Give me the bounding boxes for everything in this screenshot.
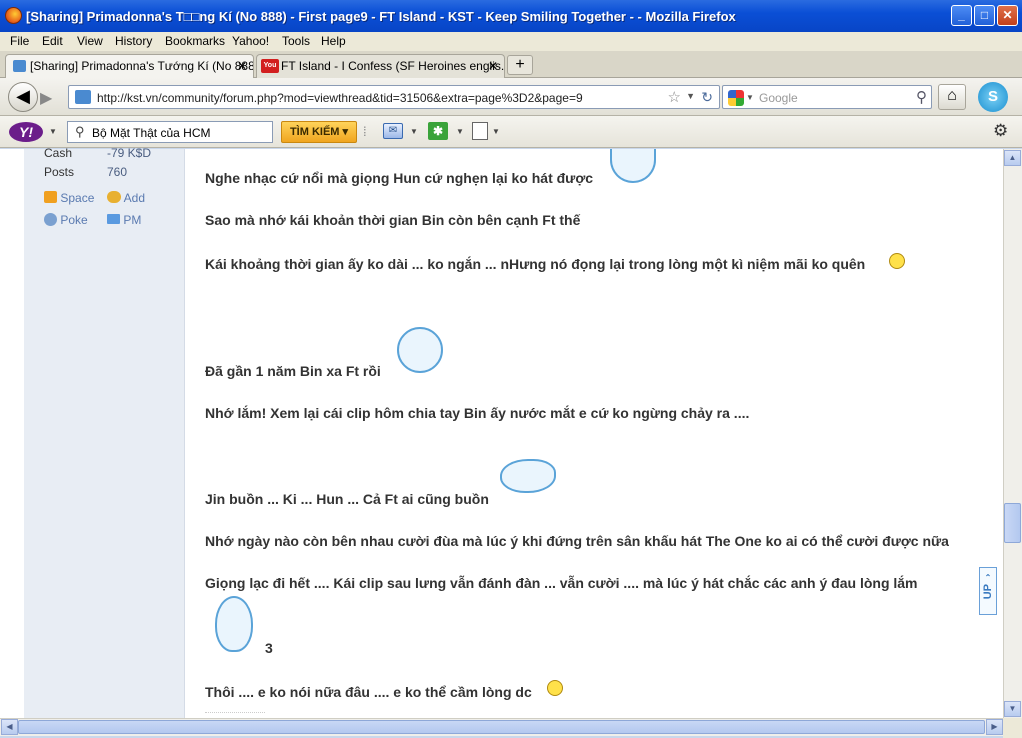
post-line-1: Nghe nhạc cứ nổi mà giọng Hun cứ nghẹn l… (205, 170, 594, 186)
clipboard-icon[interactable] (472, 122, 488, 140)
menu-view[interactable]: View (77, 34, 103, 48)
post-line-2: Sao mà nhớ kái khoản thời gian Bin còn b… (205, 212, 581, 228)
smiling-emoticon (215, 596, 253, 652)
home-icon (44, 191, 57, 203)
menu-edit[interactable]: Edit (42, 34, 63, 48)
menu-bookmarks[interactable]: Bookmarks (165, 34, 225, 48)
poke-icon (44, 213, 57, 226)
pm-link-label: PM (123, 213, 142, 227)
home-button[interactable]: ⌂ (938, 84, 966, 110)
user-profile-panel: Cash -79 K$D Posts 760 Space Add Poke PM (24, 146, 185, 718)
menu-yahoo[interactable]: Yahoo! (232, 34, 269, 48)
sleepy-emoticon (397, 327, 443, 373)
post-line-8: Giọng lạc đi hết .... Kái clip sau lưng … (205, 575, 918, 591)
post-line-9: 3 (265, 640, 273, 656)
close-tab-icon[interactable]: ✕ (488, 59, 498, 73)
menu-tools[interactable]: Tools (282, 34, 310, 48)
clipboard-dropdown-icon[interactable]: ▼ (492, 127, 500, 136)
google-icon (728, 90, 744, 106)
kst-favicon (13, 60, 26, 72)
messenger-dropdown-icon[interactable]: ▼ (456, 127, 464, 136)
vertical-scrollbar[interactable] (1003, 149, 1022, 718)
toolbar-separator: ⁞ (363, 124, 367, 139)
reload-icon[interactable]: ↻ (701, 89, 713, 106)
lying-emoticon (500, 459, 556, 493)
scrollbar-corner (1003, 718, 1022, 738)
yahoo-search-button-label: TÌM KIẾM (289, 126, 340, 138)
scroll-right-arrow-icon[interactable]: ▶ (986, 719, 1003, 735)
post-line-6: Jin buồn ... Ki ... Hun ... Cả Ft ai cũn… (205, 491, 489, 507)
space-link[interactable]: Space (44, 191, 94, 205)
up-button-label: UP (982, 584, 994, 600)
space-link-label: Space (60, 191, 95, 205)
posts-label: Posts (44, 165, 75, 179)
firefox-icon (5, 7, 22, 24)
scroll-up-arrow-icon[interactable]: ▲ (1004, 150, 1021, 166)
search-icon[interactable]: ⚲ (916, 88, 927, 106)
scroll-up-button[interactable]: ⌃ UP (979, 567, 997, 615)
mouth-shut-smiley-icon (547, 680, 563, 696)
yahoo-logo[interactable]: Y! (9, 122, 43, 142)
kst-favicon (75, 90, 91, 104)
menu-bar: File Edit View History Bookmarks Yahoo! … (0, 32, 1022, 51)
post-line-3: Kái khoảng thời gian ấy ko dài ... ko ng… (205, 256, 866, 272)
scroll-down-arrow-icon[interactable]: ▼ (1004, 701, 1021, 717)
scroll-left-arrow-icon[interactable]: ◀ (1, 719, 18, 735)
back-button[interactable]: ◀ (8, 82, 38, 112)
mail-dropdown-icon[interactable]: ▼ (410, 127, 418, 136)
forward-button[interactable]: ▶ (40, 88, 52, 108)
add-friend-link[interactable]: Add (107, 191, 145, 205)
pm-link[interactable]: PM (107, 213, 141, 227)
poke-link[interactable]: Poke (44, 213, 88, 227)
search-placeholder: Google (759, 91, 798, 105)
cash-value: -79 K$D (107, 146, 152, 160)
messenger-icon[interactable]: ✱ (428, 122, 448, 140)
poke-link-label: Poke (60, 213, 88, 227)
sad-smiley-icon (889, 253, 905, 269)
youtube-favicon: You (261, 59, 279, 73)
menu-help[interactable]: Help (321, 34, 346, 48)
post-line-4: Đã gần 1 năm Bin xa Ft rồi (205, 363, 381, 379)
bookmark-star-icon[interactable]: ☆ (668, 88, 681, 106)
mail-icon[interactable]: ✉ (383, 123, 403, 139)
close-tab-icon[interactable]: ✕ (237, 59, 247, 73)
add-link-label: Add (123, 191, 146, 205)
add-friend-icon (107, 191, 121, 203)
window-title: [Sharing] Primadonna's T□□ng Kí (No 888)… (26, 9, 736, 24)
window-titlebar: [Sharing] Primadonna's T□□ng Kí (No 888)… (0, 0, 1022, 32)
tab-youtube[interactable]: You FT Island - I Confess (SF Heroines e… (256, 54, 505, 78)
web-search-box[interactable]: ▼ Google ⚲ (722, 85, 932, 109)
vertical-scroll-thumb[interactable] (1004, 503, 1021, 543)
yahoo-search-button[interactable]: TÌM KIẾM ▾ (281, 121, 357, 143)
url-dropdown-icon[interactable]: ▼ (686, 91, 695, 101)
post-line-5: Nhớ lắm! Xem lại cái clip hôm chia tay B… (205, 405, 750, 421)
yahoo-search-input[interactable]: ⚲ Bộ Mặt Thật của HCM (67, 121, 273, 143)
cash-label: Cash (44, 146, 73, 160)
maximize-button[interactable]: □ (974, 5, 995, 26)
yahoo-menu-dropdown-icon[interactable]: ▼ (49, 127, 57, 136)
menu-history[interactable]: History (115, 34, 152, 48)
url-bar[interactable]: http://kst.vn/community/forum.php?mod=vi… (68, 85, 720, 109)
engine-dropdown-icon[interactable]: ▼ (746, 93, 754, 102)
new-tab-button[interactable]: + (507, 55, 533, 75)
yahoo-search-value: Bộ Mặt Thật của HCM (92, 126, 211, 140)
tab-label: [Sharing] Primadonna's Tướng Kí (No 888.… (30, 59, 254, 73)
search-icon: ⚲ (75, 124, 85, 139)
post-line-10: Thôi .... e ko nói nữa đâu .... e ko thể… (205, 684, 532, 700)
envelope-icon (107, 214, 120, 224)
up-arrow-icon: ⌃ (984, 573, 992, 582)
page-left-margin (0, 149, 24, 718)
settings-gear-icon[interactable]: ⚙ (993, 121, 1008, 141)
post-line-7: Nhớ ngày nào còn bên nhau cười đùa mà lú… (205, 533, 949, 549)
menu-file[interactable]: File (10, 34, 29, 48)
skype-icon[interactable]: S (978, 82, 1008, 112)
close-window-button[interactable]: ✕ (997, 5, 1018, 26)
horizontal-scroll-thumb[interactable] (18, 720, 985, 734)
url-text: http://kst.vn/community/forum.php?mod=vi… (97, 91, 583, 105)
posts-value: 760 (107, 165, 128, 179)
minimize-button[interactable]: _ (951, 5, 972, 26)
tab-label: FT Island - I Confess (SF Heroines engli… (281, 59, 505, 73)
tab-kst-sharing[interactable]: [Sharing] Primadonna's Tướng Kí (No 888.… (5, 54, 254, 78)
